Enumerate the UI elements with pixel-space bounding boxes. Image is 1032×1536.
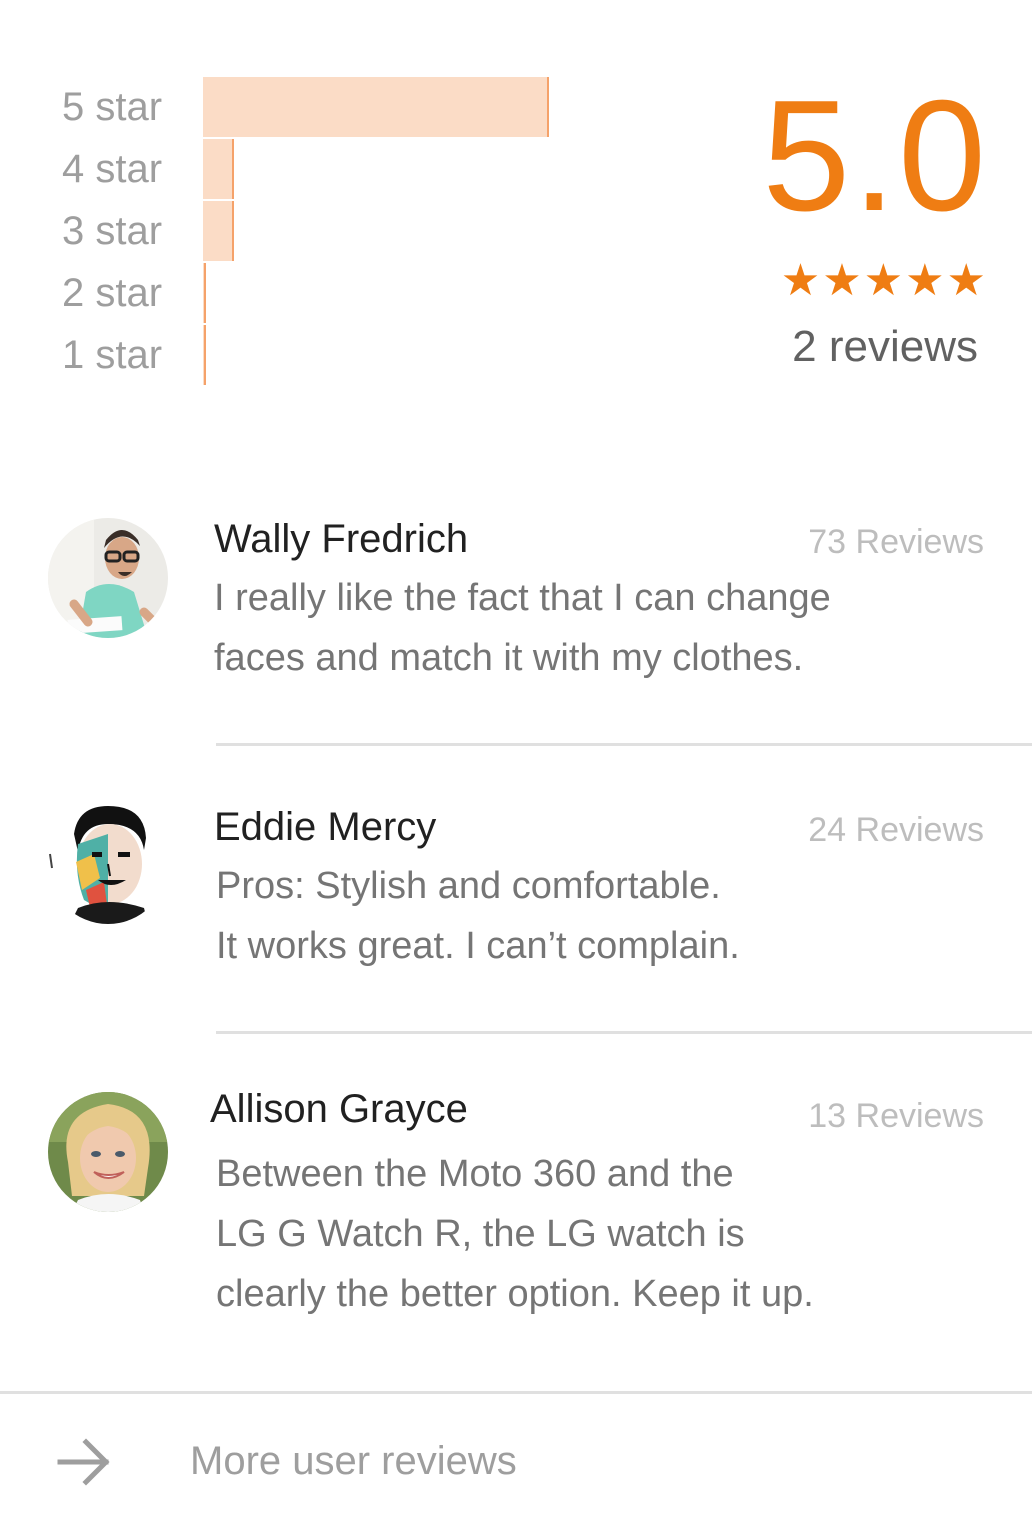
divider bbox=[0, 1391, 1032, 1394]
review-text: Pros: Stylish and comfortable. It works … bbox=[216, 856, 976, 976]
histogram-label: 3 star bbox=[62, 209, 163, 253]
histogram-label: 5 star bbox=[62, 85, 163, 129]
histogram-bar bbox=[203, 201, 234, 261]
histogram-row-5: 5 star bbox=[62, 76, 622, 138]
review-item[interactable]: Wally Fredrich 73 Reviews I really like … bbox=[0, 512, 1032, 744]
reviews-page: 5 star 4 star 3 star 2 star 1 star 5.0 ★… bbox=[0, 0, 1032, 1536]
divider bbox=[216, 743, 1032, 746]
avatar bbox=[48, 1092, 168, 1212]
histogram-bar bbox=[203, 325, 206, 385]
divider bbox=[216, 1031, 1032, 1034]
reviewer-review-count: 73 Reviews bbox=[808, 523, 984, 561]
avatar bbox=[48, 804, 168, 924]
avatar bbox=[48, 518, 168, 638]
review-text-line: LG G Watch R, the LG watch is bbox=[216, 1213, 745, 1255]
review-item[interactable]: Allison Grayce 13 Reviews Between the Mo… bbox=[0, 1084, 1032, 1384]
review-text-line: I really like the fact that I can change bbox=[214, 577, 831, 619]
review-text-line: clearly the better option. Keep it up. bbox=[216, 1273, 814, 1315]
histogram-bar bbox=[203, 263, 206, 323]
reviewer-name: Eddie Mercy bbox=[214, 805, 437, 849]
histogram-bar bbox=[203, 77, 549, 137]
review-item[interactable]: Eddie Mercy 24 Reviews Pros: Stylish and… bbox=[0, 800, 1032, 1032]
reviewer-name: Allison Grayce bbox=[210, 1087, 468, 1131]
review-text: I really like the fact that I can change… bbox=[214, 568, 974, 688]
histogram-row-1: 1 star bbox=[62, 324, 622, 386]
avatar-photo bbox=[48, 1092, 168, 1212]
histogram-row-4: 4 star bbox=[62, 138, 622, 200]
reviewer-name: Wally Fredrich bbox=[214, 517, 469, 561]
reviewer-review-count: 13 Reviews bbox=[808, 1097, 984, 1135]
histogram-bar bbox=[203, 139, 234, 199]
histogram-row-3: 3 star bbox=[62, 200, 622, 262]
average-rating: 5.0 bbox=[762, 68, 988, 244]
review-text-line: Between the Moto 360 and the bbox=[216, 1153, 734, 1195]
reviewer-review-count: 24 Reviews bbox=[808, 811, 984, 849]
avatar-photo bbox=[48, 518, 168, 638]
review-text-line: It works great. I can’t complain. bbox=[216, 925, 740, 967]
review-text: Between the Moto 360 and the LG G Watch … bbox=[216, 1144, 976, 1324]
review-text-line: Pros: Stylish and comfortable. bbox=[216, 865, 721, 907]
review-text-line: faces and match it with my clothes. bbox=[214, 637, 804, 679]
rating-summary: 5.0 ★★★★★ 2 reviews bbox=[762, 76, 988, 372]
histogram-label: 1 star bbox=[62, 333, 163, 377]
review-count: 2 reviews bbox=[792, 322, 978, 371]
arrow-right-icon bbox=[57, 1438, 110, 1486]
histogram-label: 4 star bbox=[62, 147, 163, 191]
histogram-label: 2 star bbox=[62, 271, 163, 315]
star-rating-icon: ★★★★★ bbox=[780, 256, 988, 305]
rating-histogram: 5 star 4 star 3 star 2 star 1 star bbox=[62, 76, 622, 386]
avatar-illustration bbox=[48, 804, 168, 924]
more-reviews-link[interactable]: More user reviews bbox=[0, 1396, 1032, 1536]
more-reviews-label: More user reviews bbox=[190, 1439, 517, 1483]
histogram-row-2: 2 star bbox=[62, 262, 622, 324]
